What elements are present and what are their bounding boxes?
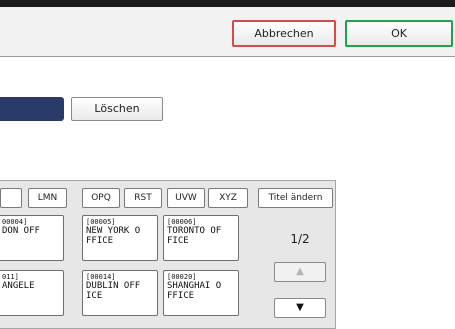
page-down-button[interactable]: ▼ (274, 298, 326, 318)
entry-code: [00020] (167, 273, 197, 281)
tab-xyz[interactable]: XYZ (208, 188, 248, 208)
address-entry[interactable]: [00006] TORONTO OF FICE (163, 215, 239, 261)
tab-opq[interactable]: OPQ (82, 188, 120, 208)
entry-name-line1: NEW YORK O (86, 226, 141, 236)
entry-code: 00004] (2, 218, 28, 226)
address-entry[interactable]: [00020] SHANGHAI O FFICE (163, 270, 239, 316)
tab-lmn[interactable]: LMN (28, 188, 67, 208)
entry-name-line1: ANGELE (2, 281, 35, 291)
address-entry[interactable]: 00004] DON OFF (0, 215, 64, 261)
name-field[interactable] (0, 97, 64, 121)
entry-name-line2: FFICE (86, 236, 114, 246)
entry-code: [00006] (167, 218, 197, 226)
entry-name-line1: DUBLIN OFF (86, 281, 141, 291)
page-indicator: 1/2 (290, 232, 310, 246)
address-entry[interactable]: [00014] DUBLIN OFF ICE (82, 270, 158, 316)
cancel-button[interactable]: Abbrechen (232, 20, 336, 47)
entry-name-line1: TORONTO OF (167, 226, 222, 236)
address-entry[interactable]: [00005] NEW YORK O FFICE (82, 215, 158, 261)
address-entry[interactable]: 011] ANGELE (0, 270, 64, 316)
tab-partial[interactable] (0, 188, 22, 208)
entry-name-line2: ICE (86, 291, 103, 301)
page-up-button[interactable]: ▲ (274, 262, 326, 282)
tab-change-title[interactable]: Titel ändern (258, 188, 333, 208)
tab-rst[interactable]: RST (124, 188, 162, 208)
tab-uvw[interactable]: UVW (167, 188, 205, 208)
delete-button[interactable]: Löschen (71, 97, 163, 121)
entry-code: [00005] (86, 218, 116, 226)
arrow-up-icon: ▲ (296, 266, 304, 277)
top-bar (0, 0, 455, 7)
entry-code: 011] (2, 273, 19, 281)
entry-name-line1: DON OFF (2, 226, 40, 236)
arrow-down-icon: ▼ (296, 302, 304, 313)
entry-code: [00014] (86, 273, 116, 281)
ok-button[interactable]: OK (345, 20, 453, 47)
entry-name-line2: FFICE (167, 291, 195, 301)
entry-name-line1: SHANGHAI O (167, 281, 222, 291)
entry-name-line2: FICE (167, 236, 189, 246)
